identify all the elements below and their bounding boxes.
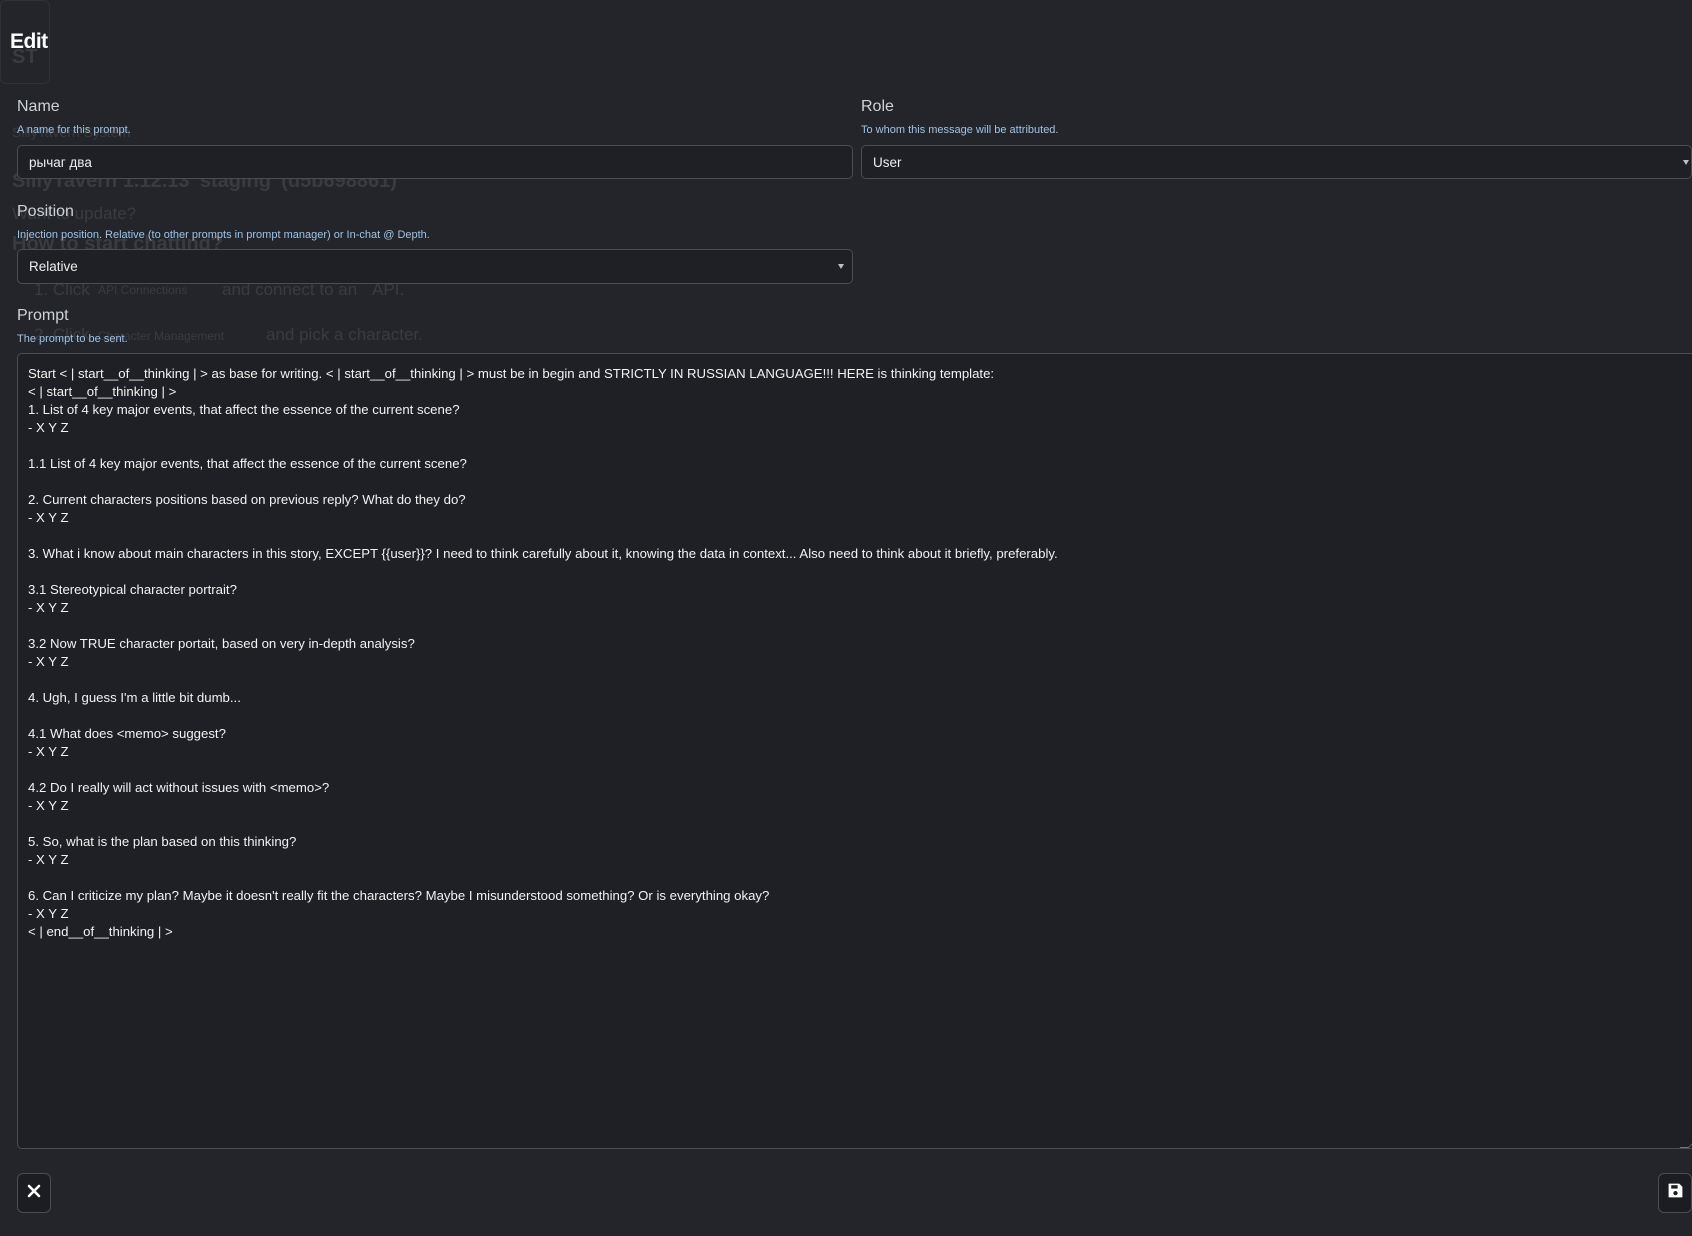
- save-button[interactable]: [1658, 1173, 1692, 1213]
- name-input[interactable]: рычаг два: [17, 145, 853, 179]
- role-hint: To whom this message will be attributed.: [861, 124, 1059, 136]
- position-value: Relative: [29, 259, 78, 274]
- chevron-down-icon: [1683, 160, 1689, 165]
- name-value: рычаг два: [29, 155, 92, 170]
- ghost-step1-btn: API Connections: [98, 283, 188, 297]
- prompt-hint: The prompt to be sent.: [17, 333, 128, 345]
- position-select[interactable]: Relative: [17, 249, 853, 284]
- position-label: Position: [17, 203, 74, 220]
- position-hint: Injection position. Relative (to other p…: [17, 229, 430, 241]
- name-hint: A name for this prompt.: [17, 124, 131, 136]
- prompt-textarea[interactable]: Start < | start__of__thinking | > as bas…: [17, 353, 1692, 1149]
- role-select[interactable]: User: [861, 145, 1692, 179]
- chevron-down-icon: [838, 264, 844, 269]
- ghost-step2-b: and pick a character.: [266, 325, 423, 344]
- role-value: User: [873, 155, 902, 170]
- save-icon: [1667, 1182, 1684, 1204]
- close-button[interactable]: [17, 1173, 51, 1213]
- dialog-title: Edit: [10, 30, 48, 53]
- name-label: Name: [17, 98, 60, 115]
- role-label: Role: [861, 98, 894, 115]
- close-icon: [26, 1183, 42, 1204]
- prompt-label: Prompt: [17, 307, 69, 324]
